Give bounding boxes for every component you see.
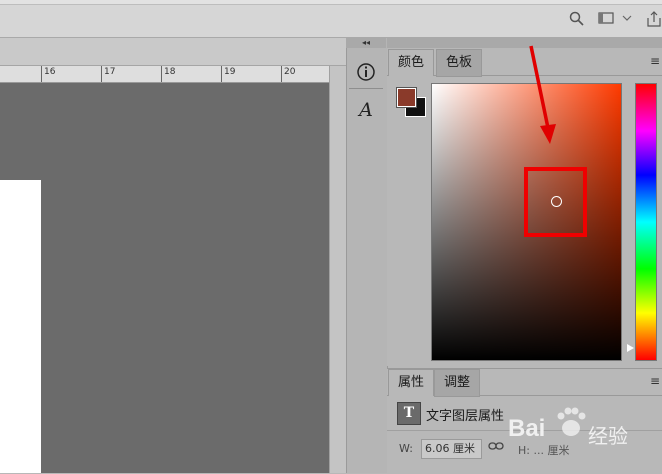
hue-slider-marker[interactable]: [627, 344, 634, 352]
panel-menu-icon[interactable]: ≡: [650, 54, 660, 68]
height-field[interactable]: H: ... 厘米: [518, 442, 569, 458]
document-tab-row: [0, 38, 346, 66]
tab-adjustments[interactable]: 调整: [434, 369, 481, 397]
document-page[interactable]: [0, 180, 41, 473]
watermark-text: Bai: [508, 415, 546, 442]
annotation-arrow: [529, 45, 556, 144]
highlight-box: [524, 167, 587, 237]
chevron-down-icon[interactable]: [622, 13, 632, 27]
application-top-bar: [0, 0, 662, 38]
tab-properties[interactable]: 属性: [388, 369, 435, 396]
ruler-label: 19: [224, 67, 236, 77]
ruler-tick: [161, 66, 162, 82]
tab-color[interactable]: 颜色: [388, 49, 435, 76]
vertical-scrollbar[interactable]: [329, 66, 347, 473]
share-icon[interactable]: [646, 11, 662, 30]
text-layer-icon: T: [397, 402, 421, 425]
ruler-label: 17: [104, 67, 116, 77]
search-icon[interactable]: [569, 11, 584, 29]
watermark-subtext: 经验: [588, 424, 628, 448]
ruler-tick: [221, 66, 222, 82]
info-icon[interactable]: [349, 58, 383, 86]
dock-collapse-button[interactable]: ◂◂: [346, 38, 386, 48]
ruler-label: 18: [164, 67, 176, 77]
properties-title: 文字图层属性: [426, 409, 505, 424]
character-icon[interactable]: A: [349, 99, 383, 127]
paw-logo-icon: [557, 407, 586, 436]
hue-slider[interactable]: [635, 83, 657, 361]
horizontal-ruler: 16 17 18 19 20: [0, 66, 329, 83]
width-field[interactable]: 6.06 厘米: [421, 439, 482, 459]
tab-swatches[interactable]: 色板: [436, 49, 483, 77]
ruler-tick: [101, 66, 102, 82]
ruler-tick: [281, 66, 282, 82]
dock-divider: [349, 88, 383, 89]
ruler-tick: [41, 66, 42, 82]
link-icon[interactable]: [488, 440, 504, 454]
panel-menu-icon[interactable]: ≡: [650, 374, 660, 388]
workspace-icon[interactable]: [598, 11, 614, 28]
width-label: W:: [399, 442, 413, 455]
canvas-area[interactable]: [0, 83, 329, 473]
foreground-color-swatch[interactable]: [396, 87, 417, 108]
ruler-label: 20: [284, 67, 296, 77]
ruler-label: 16: [44, 67, 56, 77]
top-bar-edge: [0, 0, 662, 5]
